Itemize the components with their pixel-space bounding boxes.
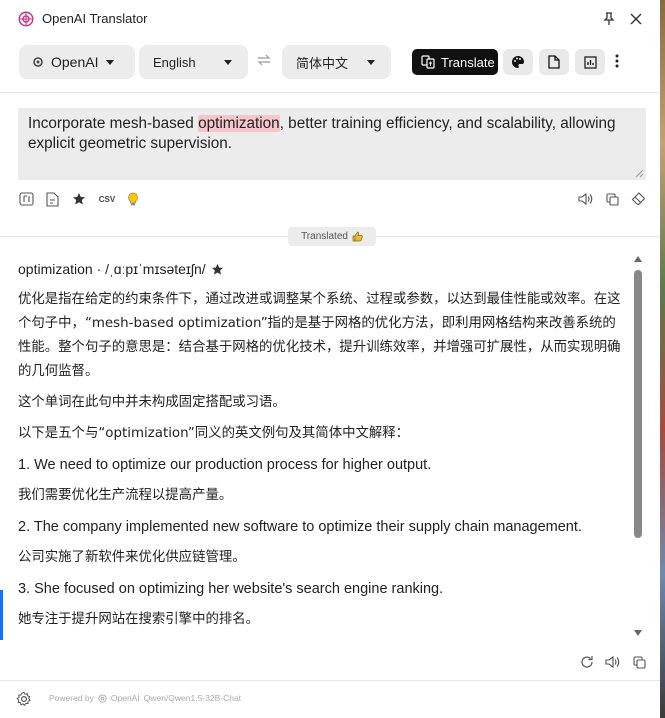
pin-button[interactable] — [599, 9, 619, 29]
example-en: 3. She focused on optimizing her website… — [18, 581, 444, 597]
speaker-icon — [578, 192, 593, 206]
background-window-edge — [660, 0, 665, 718]
service-label: OpenAI — [51, 54, 99, 70]
focus-accent — [0, 590, 3, 640]
app-title: OpenAI Translator — [42, 11, 148, 26]
chevron-down-icon — [367, 59, 375, 65]
close-button[interactable] — [626, 9, 646, 29]
source-language-label: English — [153, 54, 196, 70]
retry-button[interactable] — [578, 653, 596, 671]
chevron-down-icon — [224, 59, 232, 65]
file-icon — [548, 55, 560, 69]
example-zh: 公司实施了新软件来优化供应链管理。 — [18, 550, 246, 565]
hint-button[interactable] — [124, 190, 142, 208]
model-label: Qwen/Qwen1.5-32B-Chat — [143, 693, 242, 703]
translate-button[interactable]: Translate — [412, 49, 498, 75]
translate-label: Translate — [441, 54, 495, 70]
example-zh: 她专注于提升网站在搜索引擎中的排名。 — [18, 612, 260, 627]
service-selector[interactable]: OpenAI — [19, 45, 135, 79]
provider-label: OpenAI — [110, 693, 140, 703]
powered-by: Powered by OpenAI Qwen/Qwen1.5-32B-Chat — [49, 693, 241, 703]
example-zh: 我们需要优化生产流程以提高产量。 — [18, 488, 233, 503]
source-language-select[interactable]: English — [139, 45, 248, 79]
openai-service-icon — [33, 57, 43, 67]
clear-source-button[interactable] — [629, 190, 647, 208]
gear-icon[interactable] — [16, 691, 32, 707]
copy-translation-button[interactable] — [630, 653, 648, 671]
source-text-before: Incorporate mesh-based — [28, 115, 199, 132]
openai-logo-icon — [98, 693, 107, 703]
title-bar: OpenAI Translator — [0, 0, 665, 38]
star-icon[interactable] — [211, 263, 224, 276]
csv-icon: CSV — [98, 194, 116, 204]
translator-window: OpenAI Translator OpenAI English 简体中文 Tr… — [0, 0, 665, 718]
lightbulb-icon — [128, 192, 138, 206]
palette-icon — [512, 56, 524, 68]
more-vertical-icon — [615, 54, 619, 68]
input-toolbar: CSV — [0, 190, 665, 210]
headword: optimization · /ˌɑːpɪˈmɪsəteɪʃn/ — [18, 261, 206, 277]
explanation-paragraph: 优化是指在给定的约束条件下，通过改进或调整某个系统、过程或参数，以达到最佳性能或… — [18, 292, 621, 379]
refresh-icon — [581, 656, 593, 668]
ocr-icon — [18, 192, 34, 206]
copy-icon — [605, 192, 619, 206]
collocation-note: 这个单词在此句中并未构成固定搭配或习语。 — [18, 395, 286, 410]
chevron-down-icon — [106, 59, 115, 65]
example-en: 2. The company implemented new software … — [18, 519, 582, 535]
target-language-label: 简体中文 — [296, 55, 349, 71]
resize-grip-icon[interactable] — [635, 169, 644, 178]
openai-logo-icon — [18, 11, 34, 27]
statistics-button[interactable] — [575, 49, 605, 75]
star-icon — [73, 193, 85, 205]
output-scrollbar[interactable] — [633, 256, 643, 636]
footer-divider — [0, 680, 665, 681]
examples-intro: 以下是五个与“optimization”同义的英文例句及其简体中文解释： — [18, 426, 410, 441]
source-text-input[interactable]: Incorporate mesh-based optimization, bet… — [18, 108, 646, 180]
highlighted-word: optimization — [198, 115, 280, 132]
powered-by-label: Powered by — [49, 693, 94, 703]
scroll-up-icon[interactable] — [634, 256, 642, 262]
target-language-select[interactable]: 简体中文 — [282, 45, 391, 79]
scroll-down-icon[interactable] — [634, 630, 642, 636]
file-button[interactable] — [539, 49, 569, 75]
scrollbar-thumb[interactable] — [634, 270, 642, 538]
source-text[interactable]: Incorporate mesh-based optimization, bet… — [28, 114, 628, 154]
chart-icon — [583, 55, 597, 69]
favorite-button[interactable] — [70, 190, 88, 208]
toolbar-divider — [0, 92, 665, 93]
footer: Powered by OpenAI Qwen/Qwen1.5-32B-Chat — [0, 686, 665, 718]
document-icon — [45, 191, 59, 207]
more-menu-button[interactable] — [609, 51, 625, 71]
copy-source-button[interactable] — [603, 190, 621, 208]
speak-source-button[interactable] — [577, 190, 595, 208]
copy-icon — [632, 655, 646, 669]
ocr-button[interactable] — [17, 190, 35, 208]
example-en: 1. We need to optimize our production pr… — [18, 457, 432, 473]
speak-translation-button[interactable] — [604, 653, 622, 671]
close-icon — [630, 13, 642, 25]
swap-icon — [257, 54, 271, 66]
translated-badge: Translated — [288, 227, 376, 246]
eraser-icon — [631, 192, 645, 206]
translate-icon — [421, 55, 435, 69]
document-button[interactable] — [43, 190, 61, 208]
translated-label: Translated — [301, 231, 348, 242]
theme-button[interactable] — [503, 49, 533, 75]
translation-output: optimization · /ˌɑːpɪˈmɪsəteɪʃn/ 优化是指在给定… — [18, 258, 622, 644]
speaker-icon — [605, 655, 620, 669]
pin-icon — [603, 12, 615, 25]
headword-line: optimization · /ˌɑːpɪˈmɪsəteɪʃn/ — [18, 258, 622, 280]
csv-button[interactable]: CSV — [97, 190, 117, 208]
swap-languages-button[interactable] — [257, 54, 273, 68]
thumbs-up-icon — [352, 231, 363, 242]
